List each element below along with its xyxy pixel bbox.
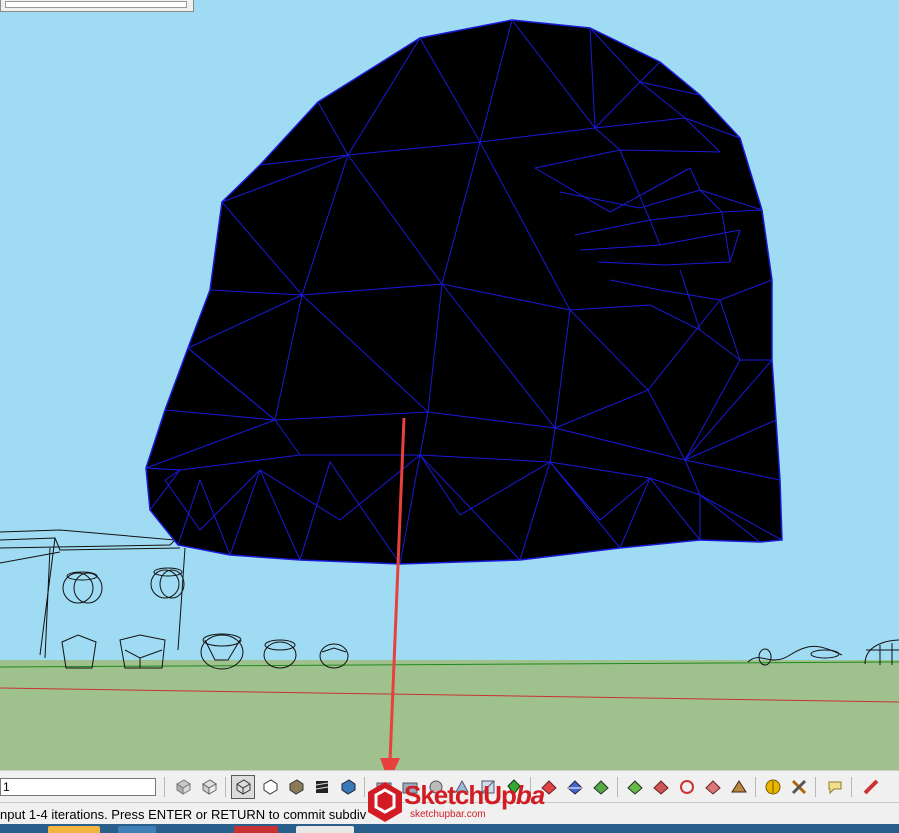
separator (851, 777, 852, 797)
dialog-fragment (0, 0, 194, 12)
scene-canvas[interactable] (0, 0, 899, 770)
shaded-texture-icon (315, 781, 329, 793)
sketchup-watermark: SketchUpba sketchupbar.com (366, 778, 545, 826)
separator (815, 777, 816, 797)
monochrome-button[interactable] (336, 775, 360, 799)
subdivide-tool-button[interactable] (623, 775, 647, 799)
hidden-line-icon (263, 779, 278, 795)
pencil-button[interactable] (859, 775, 883, 799)
subdivide-tool-button[interactable] (649, 775, 673, 799)
taskbar-button[interactable] (118, 826, 156, 833)
shaded-button[interactable] (284, 775, 308, 799)
subdivide-icon (680, 780, 694, 794)
watermark-url: sketchupbar.com (410, 809, 486, 820)
shaded-icon (289, 779, 304, 795)
geo-location-icon (765, 779, 781, 795)
subdivide-icon (567, 780, 583, 795)
taskbar-button[interactable] (234, 826, 278, 833)
separator (225, 777, 226, 797)
watermark-brand: SketchUpba (404, 780, 545, 811)
xray-face-style-button[interactable] (171, 775, 195, 799)
wireframe-icon (236, 779, 251, 795)
subdivide-icon (627, 780, 643, 795)
shaded-texture-button[interactable] (310, 775, 334, 799)
speech-bubble-icon (828, 781, 842, 795)
separator (164, 777, 165, 797)
subdivide-tool-button[interactable] (589, 775, 613, 799)
face-style-icon (202, 779, 217, 795)
wireframe-button[interactable] (231, 775, 255, 799)
subdivide-icon (593, 780, 609, 795)
separator (617, 777, 618, 797)
tools-icon (791, 779, 807, 795)
separator (755, 777, 756, 797)
subdivide-icon (653, 780, 669, 795)
subdivide-icon (731, 780, 747, 793)
back-edges-button[interactable] (197, 775, 221, 799)
face-style-icon (176, 779, 191, 795)
tools-button[interactable] (787, 775, 811, 799)
subdivide-icon (705, 780, 721, 795)
taskbar-button[interactable] (296, 826, 354, 833)
watermark-suffix-text: ba (515, 780, 545, 810)
hidden-line-button[interactable] (258, 775, 282, 799)
pencil-icon (863, 779, 879, 795)
value-control-box[interactable]: 1 (0, 778, 156, 796)
ground (0, 660, 899, 770)
monochrome-icon (341, 779, 356, 795)
geo-location-button[interactable] (761, 775, 785, 799)
taskbar-button[interactable] (48, 826, 100, 833)
subdivide-tool-button[interactable] (701, 775, 725, 799)
speech-bubble-button[interactable] (823, 775, 847, 799)
subdivide-tool-button[interactable] (675, 775, 699, 799)
dialog-input[interactable] (5, 1, 187, 8)
subdivide-tool-button[interactable] (563, 775, 587, 799)
separator (364, 777, 365, 797)
subdivide-tool-button[interactable] (727, 775, 751, 799)
modeling-viewport[interactable] (0, 0, 899, 770)
status-text: nput 1-4 iterations. Press ENTER or RETU… (0, 807, 367, 822)
sketchup-logo-icon (368, 782, 402, 822)
watermark-brand-text: SketchUp (404, 780, 517, 810)
